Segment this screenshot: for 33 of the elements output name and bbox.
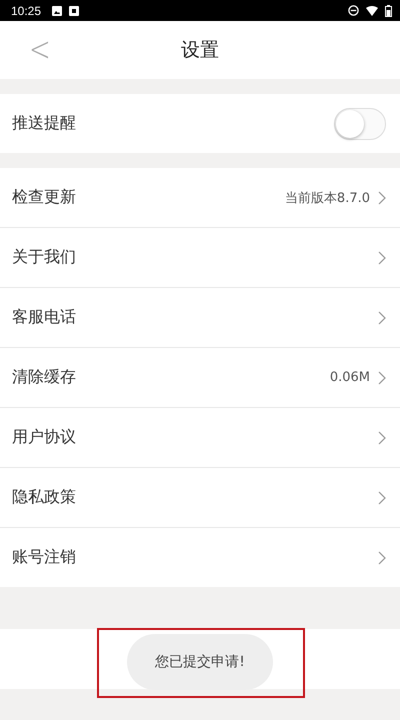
do-not-disturb-icon	[348, 5, 359, 16]
settings-row[interactable]: 用户协议	[0, 408, 400, 467]
settings-row[interactable]: 清除缓存 0.06M	[0, 348, 400, 407]
chevron-right-icon	[378, 250, 386, 264]
square-icon	[69, 6, 80, 16]
chevron-right-icon	[378, 430, 386, 444]
battery-icon	[385, 4, 392, 16]
row-value: 当前版本8.7.0	[284, 190, 370, 206]
settings-row[interactable]: 检查更新 当前版本8.7.0	[0, 168, 400, 227]
page-title: 设置	[181, 38, 219, 63]
toggle-switch[interactable]	[334, 108, 386, 140]
status-time: 10:25	[11, 4, 42, 18]
settings-row[interactable]: 关于我们	[0, 228, 400, 287]
row-label: 用户协议	[12, 427, 76, 448]
row-label: 客服电话	[12, 307, 76, 328]
row-value: 0.06M	[330, 370, 370, 385]
row-label: 隐私政策	[12, 487, 76, 508]
row-label: 清除缓存	[12, 367, 76, 388]
submitted-toast: 您已提交申请!	[127, 634, 273, 690]
chevron-right-icon	[378, 190, 386, 204]
wifi-icon	[366, 6, 378, 16]
chevron-right-icon	[378, 550, 386, 564]
row-label: 关于我们	[12, 247, 76, 268]
image-icon	[52, 6, 62, 16]
row-label: 检查更新	[12, 187, 76, 208]
row-label: 推送提醒	[12, 113, 76, 134]
settings-row[interactable]: 账号注销	[0, 528, 400, 587]
chevron-right-icon	[378, 310, 386, 324]
chevron-right-icon	[378, 370, 386, 384]
chevron-right-icon	[378, 490, 386, 504]
row-label: 账号注销	[12, 547, 76, 568]
settings-row[interactable]: 客服电话	[0, 288, 400, 347]
settings-row[interactable]: 隐私政策	[0, 468, 400, 527]
